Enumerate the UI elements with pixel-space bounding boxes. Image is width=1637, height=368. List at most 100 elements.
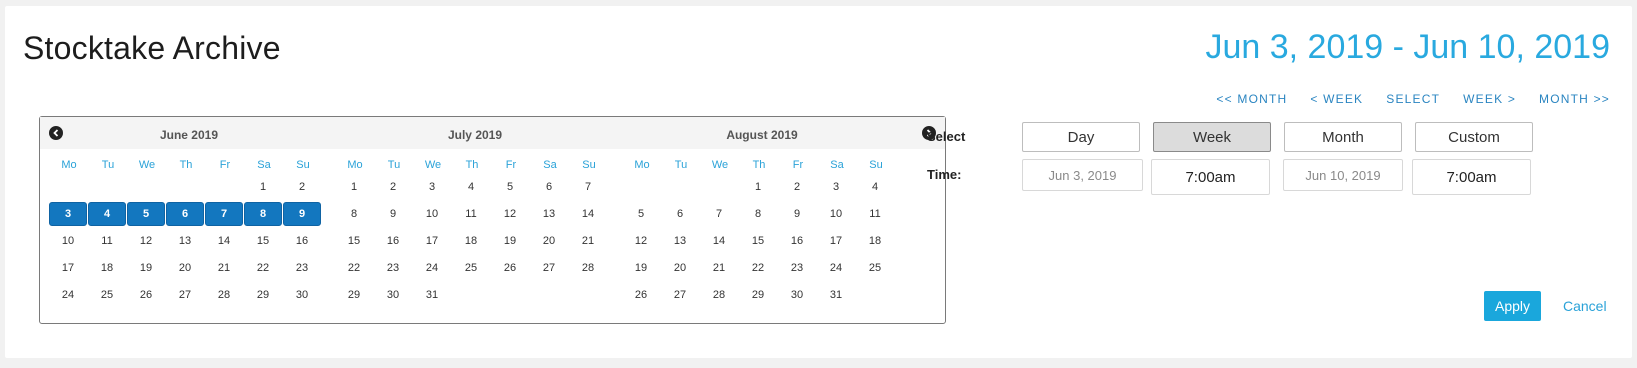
day-cell[interactable]: 19: [622, 256, 660, 280]
selected-day-cell[interactable]: 6: [166, 202, 204, 226]
day-cell[interactable]: 27: [661, 283, 699, 307]
day-cell[interactable]: 21: [569, 229, 607, 253]
day-cell[interactable]: 18: [452, 229, 490, 253]
day-cell[interactable]: 15: [739, 229, 777, 253]
month-mode-button[interactable]: Month: [1284, 122, 1402, 152]
day-cell[interactable]: 1: [244, 175, 282, 199]
day-cell[interactable]: 22: [244, 256, 282, 280]
day-cell[interactable]: 25: [452, 256, 490, 280]
start-time-field[interactable]: 7:00am: [1151, 159, 1270, 195]
day-cell[interactable]: 21: [205, 256, 243, 280]
day-cell[interactable]: 30: [283, 283, 321, 307]
day-cell[interactable]: 2: [374, 175, 412, 199]
day-cell[interactable]: 31: [413, 283, 451, 307]
next-month-link[interactable]: MONTH >>: [1539, 92, 1610, 106]
day-cell[interactable]: 4: [452, 175, 490, 199]
day-cell[interactable]: 2: [778, 175, 816, 199]
day-cell[interactable]: 24: [413, 256, 451, 280]
day-cell[interactable]: 21: [700, 256, 738, 280]
day-cell[interactable]: 25: [856, 256, 894, 280]
day-cell[interactable]: 23: [283, 256, 321, 280]
day-cell[interactable]: 30: [778, 283, 816, 307]
day-cell[interactable]: 13: [530, 202, 568, 226]
day-cell[interactable]: 23: [778, 256, 816, 280]
day-cell[interactable]: 29: [244, 283, 282, 307]
day-cell[interactable]: 8: [739, 202, 777, 226]
day-cell[interactable]: 18: [856, 229, 894, 253]
day-cell[interactable]: 6: [530, 175, 568, 199]
day-cell[interactable]: 3: [817, 175, 855, 199]
day-cell[interactable]: 29: [739, 283, 777, 307]
day-cell[interactable]: 9: [374, 202, 412, 226]
day-cell[interactable]: 2: [283, 175, 321, 199]
day-cell[interactable]: 27: [166, 283, 204, 307]
cancel-link[interactable]: Cancel: [1563, 298, 1607, 314]
day-cell[interactable]: 4: [856, 175, 894, 199]
custom-mode-button[interactable]: Custom: [1415, 122, 1533, 152]
day-cell[interactable]: 10: [817, 202, 855, 226]
day-cell[interactable]: 23: [374, 256, 412, 280]
selected-day-cell[interactable]: 8: [244, 202, 282, 226]
day-cell[interactable]: 5: [622, 202, 660, 226]
day-cell[interactable]: 16: [778, 229, 816, 253]
end-time-field[interactable]: 7:00am: [1412, 159, 1531, 195]
apply-button[interactable]: Apply: [1484, 291, 1541, 321]
day-cell[interactable]: 26: [127, 283, 165, 307]
day-cell[interactable]: 12: [127, 229, 165, 253]
day-cell[interactable]: 16: [283, 229, 321, 253]
day-cell[interactable]: 7: [569, 175, 607, 199]
day-cell[interactable]: 10: [413, 202, 451, 226]
day-cell[interactable]: 7: [700, 202, 738, 226]
selected-day-cell[interactable]: 7: [205, 202, 243, 226]
day-cell[interactable]: 14: [569, 202, 607, 226]
day-cell[interactable]: 30: [374, 283, 412, 307]
day-cell[interactable]: 11: [88, 229, 126, 253]
prev-week-link[interactable]: < WEEK: [1310, 92, 1363, 106]
day-cell[interactable]: 1: [739, 175, 777, 199]
day-cell[interactable]: 15: [244, 229, 282, 253]
selected-day-cell[interactable]: 9: [283, 202, 321, 226]
day-cell[interactable]: 28: [569, 256, 607, 280]
day-cell[interactable]: 28: [700, 283, 738, 307]
day-cell[interactable]: 17: [817, 229, 855, 253]
day-cell[interactable]: 13: [661, 229, 699, 253]
day-cell[interactable]: 22: [739, 256, 777, 280]
prev-month-link[interactable]: << MONTH: [1216, 92, 1287, 106]
end-date-field[interactable]: Jun 10, 2019: [1283, 159, 1403, 191]
day-cell[interactable]: 11: [856, 202, 894, 226]
day-cell[interactable]: 25: [88, 283, 126, 307]
day-cell[interactable]: 5: [491, 175, 529, 199]
day-cell[interactable]: 9: [778, 202, 816, 226]
day-cell[interactable]: 19: [127, 256, 165, 280]
selected-day-cell[interactable]: 3: [49, 202, 87, 226]
day-cell[interactable]: 26: [491, 256, 529, 280]
day-cell[interactable]: 17: [413, 229, 451, 253]
day-cell[interactable]: 20: [530, 229, 568, 253]
day-cell[interactable]: 1: [335, 175, 373, 199]
select-link[interactable]: SELECT: [1386, 92, 1440, 106]
day-cell[interactable]: 31: [817, 283, 855, 307]
day-cell[interactable]: 19: [491, 229, 529, 253]
day-cell[interactable]: 22: [335, 256, 373, 280]
day-cell[interactable]: 29: [335, 283, 373, 307]
day-cell[interactable]: 13: [166, 229, 204, 253]
day-cell[interactable]: 24: [817, 256, 855, 280]
day-cell[interactable]: 8: [335, 202, 373, 226]
day-cell[interactable]: 27: [530, 256, 568, 280]
day-cell[interactable]: 18: [88, 256, 126, 280]
selected-day-cell[interactable]: 4: [88, 202, 126, 226]
next-week-link[interactable]: WEEK >: [1463, 92, 1516, 106]
day-cell[interactable]: 17: [49, 256, 87, 280]
day-cell[interactable]: 14: [700, 229, 738, 253]
day-cell[interactable]: 10: [49, 229, 87, 253]
day-cell[interactable]: 20: [661, 256, 699, 280]
day-cell[interactable]: 12: [622, 229, 660, 253]
start-date-field[interactable]: Jun 3, 2019: [1022, 159, 1143, 191]
day-cell[interactable]: 14: [205, 229, 243, 253]
day-cell[interactable]: 12: [491, 202, 529, 226]
day-cell[interactable]: 3: [413, 175, 451, 199]
day-cell[interactable]: 6: [661, 202, 699, 226]
day-mode-button[interactable]: Day: [1022, 122, 1140, 152]
day-cell[interactable]: 28: [205, 283, 243, 307]
day-cell[interactable]: 26: [622, 283, 660, 307]
